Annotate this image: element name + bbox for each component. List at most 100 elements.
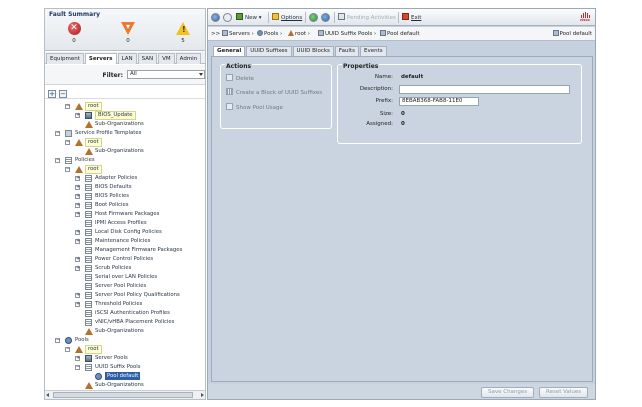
tab-san[interactable]: SAN bbox=[137, 53, 158, 64]
expand-icon[interactable]: + bbox=[75, 203, 80, 208]
minor-faults[interactable]: ! 5 bbox=[168, 22, 198, 44]
tree-node[interactable]: + BIOS_Update bbox=[45, 111, 205, 120]
tab-uuid-suffixes[interactable]: UUID Suffixes bbox=[246, 46, 292, 56]
tree-node[interactable]: − Pools bbox=[45, 336, 205, 345]
info-icon[interactable] bbox=[321, 13, 330, 22]
breadcrumb-servers[interactable]: Servers › bbox=[222, 27, 254, 41]
tree-node[interactable]: − root bbox=[45, 345, 205, 354]
horizontal-scrollbar[interactable] bbox=[45, 390, 205, 399]
filter-select[interactable]: All bbox=[127, 70, 205, 79]
tree-node[interactable]: Sub-Organizations bbox=[45, 381, 205, 389]
tree-node[interactable]: Sub-Organizations bbox=[45, 120, 205, 129]
collapse-icon[interactable]: − bbox=[55, 131, 60, 136]
tree-node[interactable]: Serial over LAN Policies bbox=[45, 273, 205, 282]
tree-node[interactable]: − Policies bbox=[45, 156, 205, 165]
breadcrumb-uuid-suffix-pools[interactable]: UUID Suffix Pools › bbox=[318, 27, 376, 41]
breadcrumb-pools[interactable]: Pools › bbox=[257, 27, 282, 41]
tree-node[interactable]: + Boot Policies bbox=[45, 201, 205, 210]
tree-node[interactable]: Pool default bbox=[45, 372, 205, 381]
name-label: Name: bbox=[374, 74, 393, 80]
critical-faults[interactable]: ✕ 0 bbox=[59, 22, 89, 44]
collapse-icon[interactable]: − bbox=[55, 338, 60, 343]
tree-node[interactable]: − root bbox=[45, 138, 205, 147]
tree-node[interactable]: + BIOS Policies bbox=[45, 192, 205, 201]
expand-icon[interactable]: + bbox=[75, 356, 80, 361]
major-faults[interactable]: ▾ 0 bbox=[113, 22, 143, 44]
expand-icon[interactable]: + bbox=[75, 266, 80, 271]
exit-button[interactable]: Exit bbox=[402, 13, 421, 22]
scrollbar-thumb[interactable] bbox=[53, 392, 193, 398]
description-field[interactable] bbox=[399, 85, 570, 94]
collapse-icon[interactable]: − bbox=[65, 167, 70, 172]
expand-icon[interactable]: + bbox=[75, 257, 80, 262]
pending-activities-button[interactable]: Pending Activities bbox=[338, 13, 396, 22]
pol-icon bbox=[85, 184, 92, 191]
tree-node[interactable]: − Service Profile Templates bbox=[45, 129, 205, 138]
tree-node[interactable]: + Server Pool Policy Qualifications bbox=[45, 291, 205, 300]
tree-node[interactable]: + Threshold Policies bbox=[45, 300, 205, 309]
tree-node[interactable]: + Local Disk Config Policies bbox=[45, 228, 205, 237]
tree-node[interactable]: vNIC/vHBA Placement Policies bbox=[45, 318, 205, 327]
tab-admin[interactable]: Admin bbox=[175, 53, 202, 64]
tree-node[interactable]: + Host Firmware Packages bbox=[45, 210, 205, 219]
tree-node[interactable]: + Power Control Policies bbox=[45, 255, 205, 264]
tab-general[interactable]: General bbox=[213, 46, 246, 56]
tree-node[interactable]: Sub-Organizations bbox=[45, 327, 205, 336]
delete-action[interactable]: Delete bbox=[226, 74, 254, 83]
tab-equipment[interactable]: Equipment bbox=[46, 53, 84, 64]
new-menu[interactable]: New ▾ bbox=[236, 13, 262, 22]
expand-icon[interactable]: + bbox=[75, 185, 80, 190]
save-changes-button[interactable]: Save Changes bbox=[481, 387, 535, 398]
expand-all-button[interactable]: + bbox=[48, 90, 56, 98]
scroll-right-icon[interactable] bbox=[201, 393, 204, 397]
expand-icon[interactable]: + bbox=[75, 176, 80, 181]
help-icon[interactable] bbox=[309, 13, 318, 22]
collapse-icon[interactable]: − bbox=[65, 140, 70, 145]
reset-values-button[interactable]: Reset Values bbox=[539, 387, 589, 398]
tree-node[interactable]: − UUID Suffix Pools bbox=[45, 363, 205, 372]
tab-faults[interactable]: Faults bbox=[334, 46, 359, 56]
tree-node[interactable]: − root bbox=[45, 165, 205, 174]
tree-node[interactable]: + Maintenance Policies bbox=[45, 237, 205, 246]
tree-node[interactable]: − root bbox=[45, 102, 205, 111]
back-icon[interactable] bbox=[211, 13, 220, 22]
collapse-icon[interactable]: − bbox=[65, 347, 70, 352]
expand-icon[interactable]: + bbox=[75, 230, 80, 235]
tree-node[interactable]: Management Firmware Packages bbox=[45, 246, 205, 255]
show-pool-usage-action[interactable]: Show Pool Usage bbox=[226, 103, 283, 112]
exit-label: Exit bbox=[411, 15, 422, 21]
scroll-left-icon[interactable] bbox=[46, 393, 49, 397]
tree-node[interactable]: + Adapter Policies bbox=[45, 174, 205, 183]
collapse-icon[interactable]: − bbox=[55, 158, 60, 163]
tree-node[interactable]: + BIOS Defaults bbox=[45, 183, 205, 192]
tab-vm[interactable]: VM bbox=[158, 53, 175, 64]
collapse-all-button[interactable]: − bbox=[59, 90, 67, 98]
tree-node[interactable]: Sub-Organizations bbox=[45, 147, 205, 156]
tab-events[interactable]: Events bbox=[359, 46, 387, 56]
expand-icon[interactable]: + bbox=[75, 293, 80, 298]
tab-lan[interactable]: LAN bbox=[117, 53, 137, 64]
expand-icon[interactable]: + bbox=[75, 113, 80, 118]
tab-uuid-blocks[interactable]: UUID Blocks bbox=[292, 46, 334, 56]
tree-node[interactable]: IPMI Access Profiles bbox=[45, 219, 205, 228]
prefix-field[interactable]: 8EBAB368-FAB8-11E0 bbox=[399, 97, 479, 106]
options-button[interactable]: Options bbox=[272, 13, 302, 22]
expand-icon[interactable]: + bbox=[75, 302, 80, 307]
tree-node[interactable]: Server Pool Policies bbox=[45, 282, 205, 291]
expand-icon[interactable]: + bbox=[75, 239, 80, 244]
expand-icon[interactable]: + bbox=[75, 212, 80, 217]
tree-node-label: Power Control Policies bbox=[95, 256, 154, 262]
breadcrumb-pool-default[interactable]: Pool default bbox=[380, 27, 419, 41]
breadcrumb-root[interactable]: root › bbox=[288, 27, 310, 41]
pol-icon bbox=[85, 220, 92, 227]
tab-servers[interactable]: Servers bbox=[84, 53, 117, 64]
forward-icon[interactable] bbox=[223, 13, 232, 22]
tree-node[interactable]: iSCSI Authentication Profiles bbox=[45, 309, 205, 318]
expand-icon[interactable]: + bbox=[75, 194, 80, 199]
pol-icon bbox=[85, 265, 92, 272]
tree-node[interactable]: + Scrub Policies bbox=[45, 264, 205, 273]
create-block-action[interactable]: Create a Block of UUID Suffixes bbox=[226, 88, 322, 97]
tree-node[interactable]: + Server Pools bbox=[45, 354, 205, 363]
collapse-icon[interactable]: − bbox=[75, 365, 80, 370]
collapse-icon[interactable]: − bbox=[65, 104, 70, 109]
